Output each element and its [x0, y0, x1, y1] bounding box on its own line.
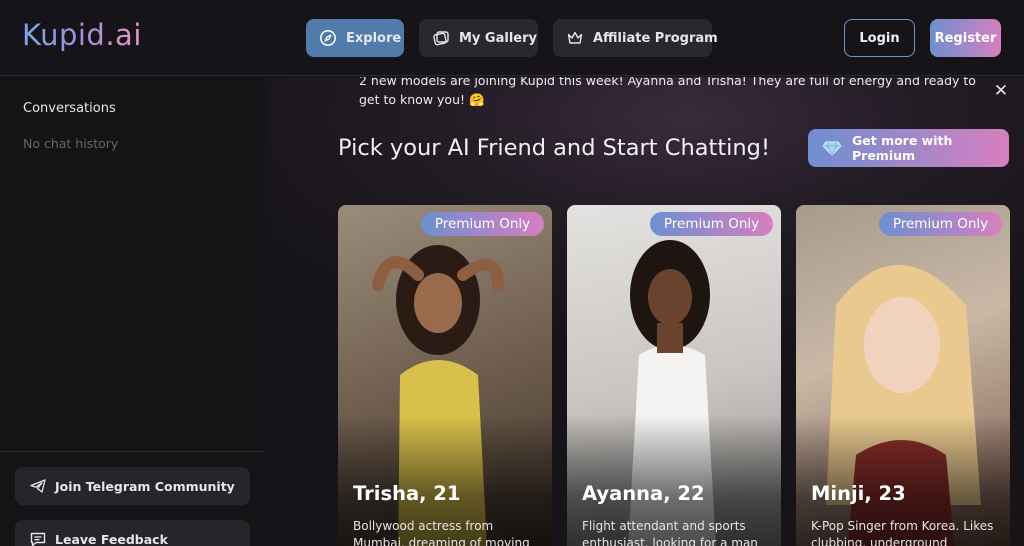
premium-only-badge: Premium Only	[650, 212, 773, 236]
nav-explore-label: Explore	[346, 30, 402, 46]
compass-icon	[319, 29, 337, 47]
model-name: Minji, 23	[811, 482, 906, 505]
kupid-logo[interactable]: Kupid.ai	[22, 18, 142, 52]
model-description: K-Pop Singer from Korea. Likes clubbing,…	[811, 519, 994, 546]
top-bar: Kupid.ai Explore My Gallery Affiliate Pr…	[0, 0, 1024, 76]
join-telegram-button[interactable]: Join Telegram Community	[15, 467, 250, 505]
close-icon[interactable]: ✕	[993, 83, 1009, 100]
nav-affiliate-program-label: Affiliate Program	[593, 30, 718, 46]
leave-feedback-button[interactable]: Leave Feedback	[15, 520, 250, 546]
crown-icon	[566, 29, 584, 47]
model-card-ayanna[interactable]: Premium Only Ayanna, 22 Flight attendant…	[567, 205, 781, 546]
nav-my-gallery-button[interactable]: My Gallery	[419, 19, 538, 57]
gallery-icon	[432, 29, 450, 47]
premium-only-badge: Premium Only	[879, 212, 1002, 236]
diamond-icon	[822, 139, 842, 157]
conversations-heading: Conversations	[23, 101, 116, 116]
model-card-trisha[interactable]: Premium Only Trisha, 21 Bollywood actres…	[338, 205, 552, 546]
page-headline: Pick your AI Friend and Start Chatting!	[338, 135, 770, 161]
model-description: Bollywood actress from Mumbai, dreaming …	[353, 519, 530, 546]
sidebar-divider	[0, 451, 265, 452]
login-button[interactable]: Login	[844, 19, 915, 57]
nav-my-gallery-label: My Gallery	[459, 30, 537, 46]
get-premium-button[interactable]: Get more with Premium	[808, 129, 1009, 167]
main-content: 2 new models are joining Kupid this week…	[265, 77, 1024, 546]
model-description: Flight attendant and sports enthusiast, …	[582, 519, 758, 546]
register-button[interactable]: Register	[930, 19, 1001, 57]
nav-explore-button[interactable]: Explore	[306, 19, 404, 57]
telegram-icon	[29, 477, 47, 495]
premium-only-badge: Premium Only	[421, 212, 544, 236]
leave-feedback-label: Leave Feedback	[55, 531, 168, 546]
sidebar: Conversations No chat history Join Teleg…	[0, 77, 265, 546]
chat-bubble-icon	[29, 530, 47, 546]
announcement-banner: 2 new models are joining Kupid this week…	[359, 77, 976, 107]
model-card-minji[interactable]: Premium Only Minji, 23 K-Pop Singer from…	[796, 205, 1010, 546]
join-telegram-label: Join Telegram Community	[55, 478, 235, 494]
model-name: Trisha, 21	[353, 482, 461, 505]
nav-affiliate-program-button[interactable]: Affiliate Program	[553, 19, 718, 57]
get-premium-label: Get more with Premium	[852, 133, 953, 163]
no-chat-history-text: No chat history	[23, 136, 119, 151]
model-name: Ayanna, 22	[582, 482, 705, 505]
